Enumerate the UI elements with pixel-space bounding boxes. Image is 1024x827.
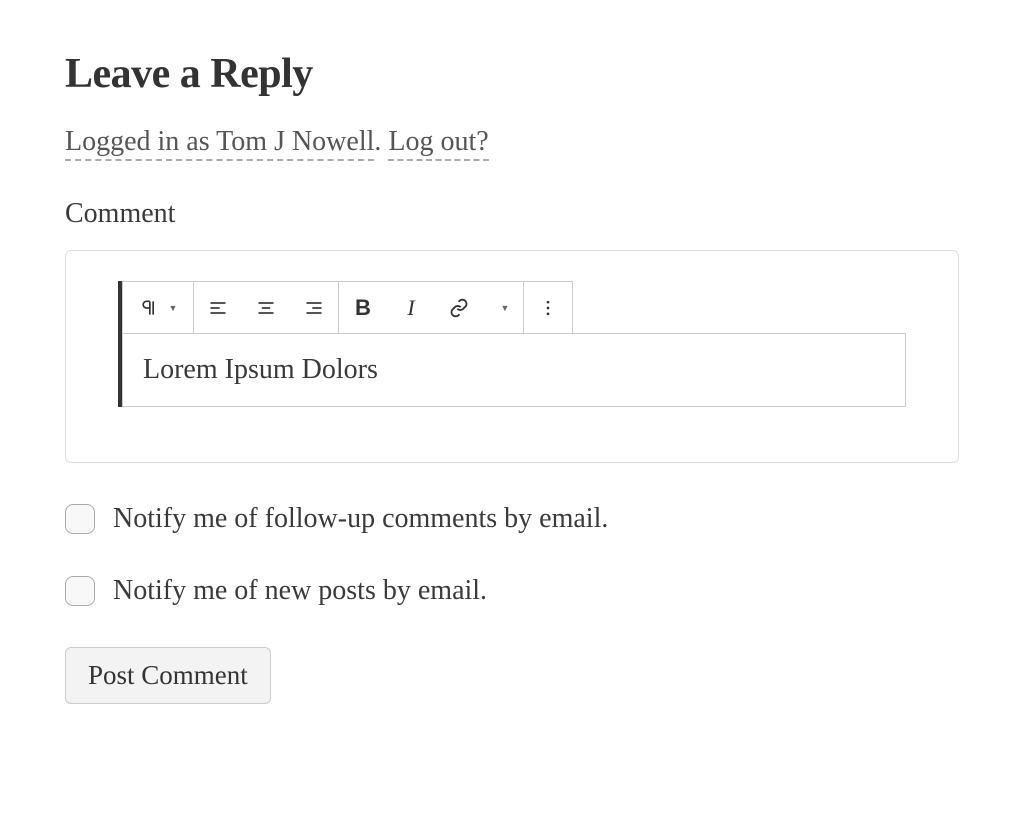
followup-label: Notify me of follow-up comments by email…: [113, 503, 608, 535]
align-left-button[interactable]: [194, 282, 242, 333]
pilcrow-icon: [139, 297, 159, 319]
comment-editor-frame: ▼: [65, 250, 959, 463]
toolbar-group-format: B I ▼: [339, 282, 524, 333]
newposts-label: Notify me of new posts by email.: [113, 575, 487, 607]
more-options-button[interactable]: [524, 282, 572, 333]
newposts-checkbox[interactable]: [65, 576, 95, 606]
post-comment-button[interactable]: Post Comment: [65, 647, 271, 704]
comment-textarea[interactable]: Lorem Ipsum Dolors: [122, 333, 906, 407]
dropdown-arrow-icon: ▼: [501, 303, 510, 313]
newposts-checkbox-row: Notify me of new posts by email.: [65, 575, 959, 607]
bold-button[interactable]: B: [339, 282, 387, 333]
comment-field-label: Comment: [65, 198, 959, 230]
login-username: Tom J Nowell: [216, 126, 374, 157]
login-prefix: Logged in as: [65, 126, 216, 157]
align-center-button[interactable]: [242, 282, 290, 333]
bold-icon: B: [355, 295, 371, 321]
toolbar-group-paragraph: ▼: [123, 282, 194, 333]
editor-block: ▼: [118, 281, 906, 407]
dropdown-arrow-icon: ▼: [169, 303, 178, 313]
paragraph-type-button[interactable]: ▼: [123, 282, 193, 333]
followup-checkbox[interactable]: [65, 504, 95, 534]
align-right-button[interactable]: [290, 282, 338, 333]
align-right-icon: [304, 298, 324, 318]
more-vertical-icon: [538, 298, 558, 318]
italic-icon: I: [407, 295, 414, 321]
login-separator: .: [374, 126, 388, 157]
editor-toolbar: ▼: [122, 281, 573, 333]
logout-link[interactable]: Log out?: [388, 126, 488, 161]
italic-button[interactable]: I: [387, 282, 435, 333]
logged-in-as-link[interactable]: Logged in as Tom J Nowell: [65, 126, 374, 161]
link-button[interactable]: [435, 282, 483, 333]
more-formatting-button[interactable]: ▼: [483, 282, 523, 333]
align-center-icon: [256, 298, 276, 318]
toolbar-group-more: [524, 282, 572, 333]
followup-checkbox-row: Notify me of follow-up comments by email…: [65, 503, 959, 535]
toolbar-group-align: [194, 282, 339, 333]
reply-heading: Leave a Reply: [65, 50, 959, 98]
link-icon: [449, 298, 469, 318]
align-left-icon: [208, 298, 228, 318]
login-status: Logged in as Tom J Nowell. Log out?: [65, 126, 489, 158]
